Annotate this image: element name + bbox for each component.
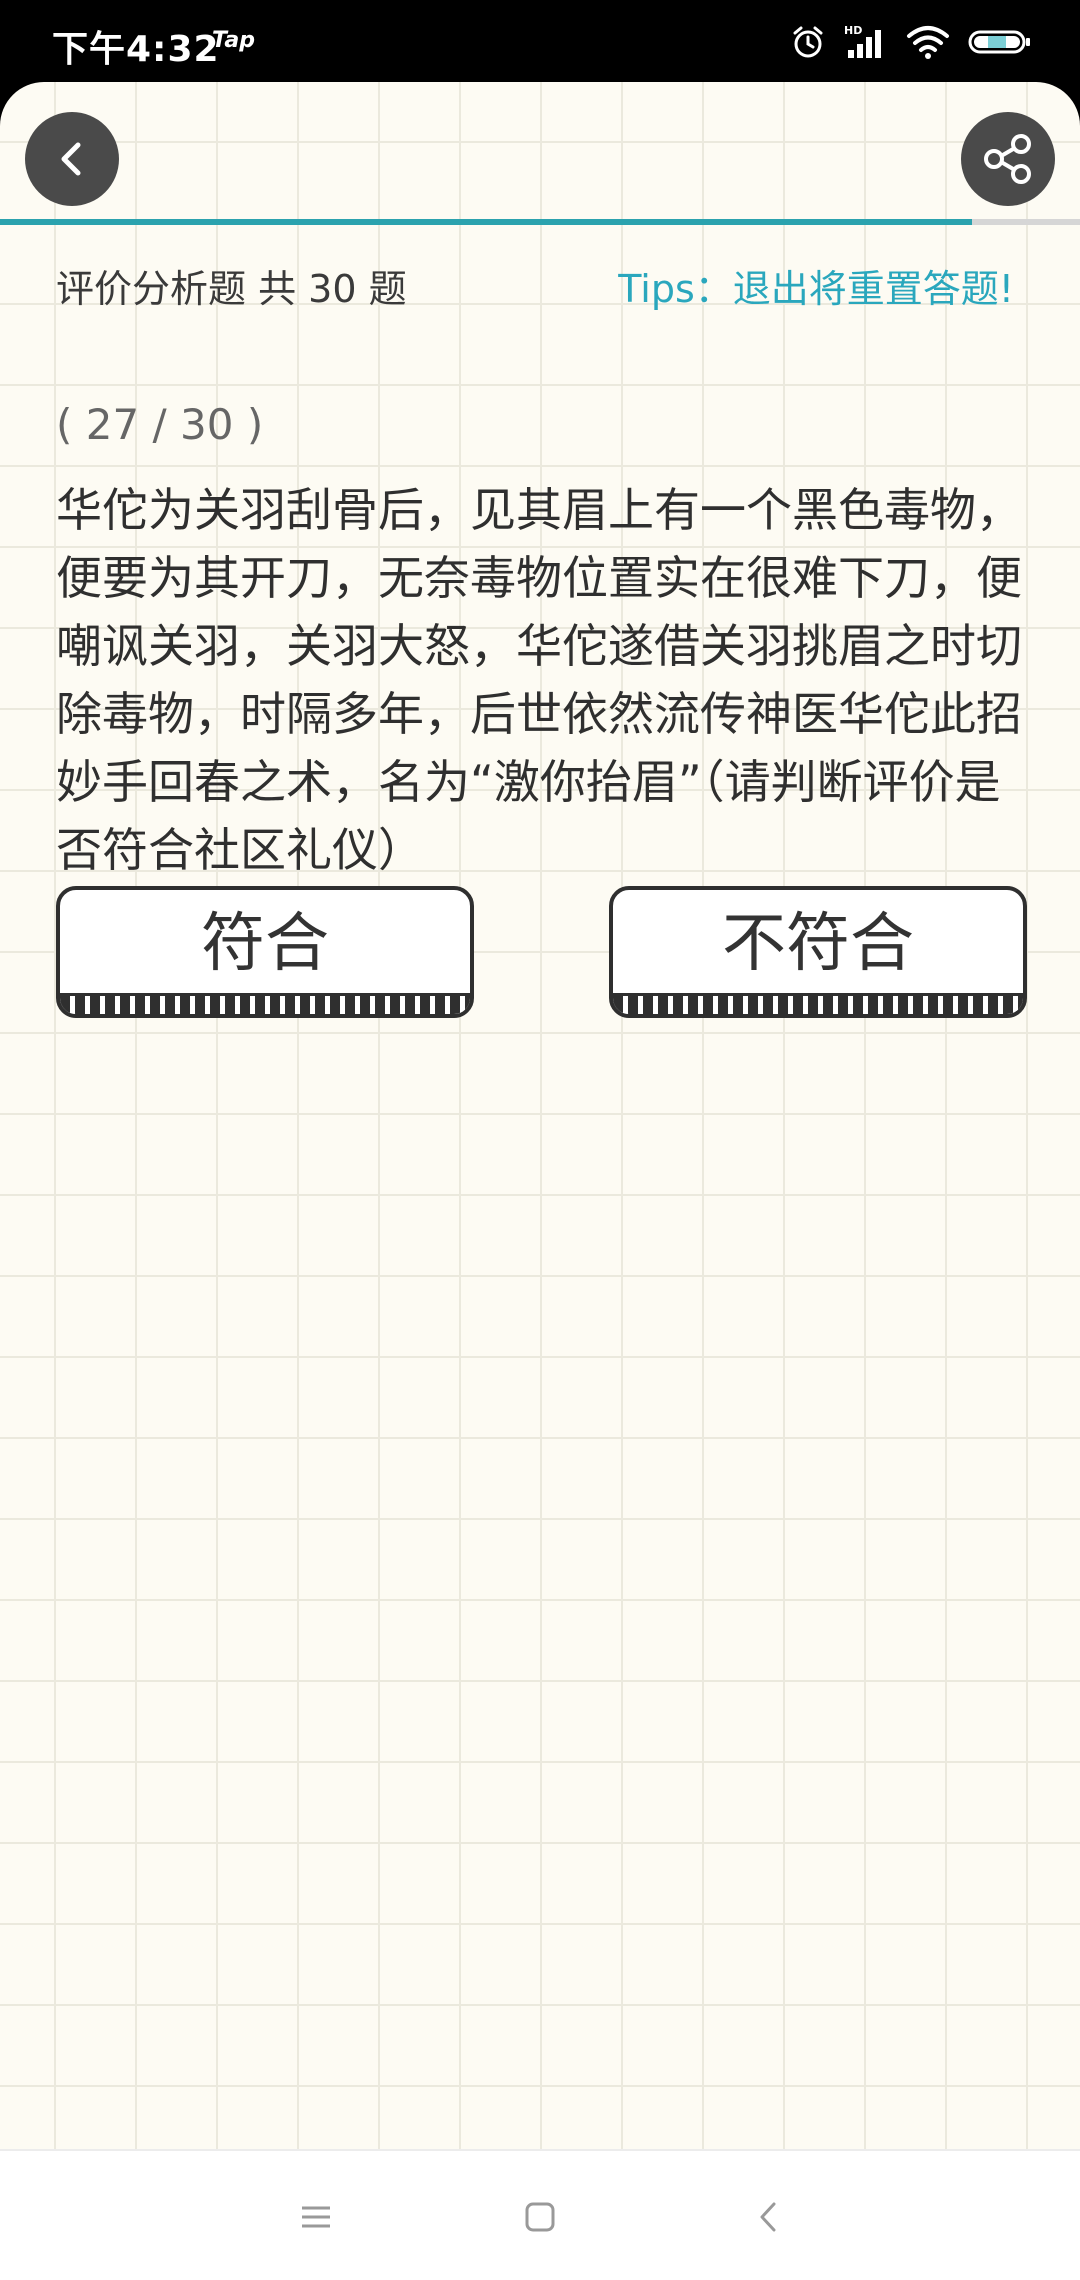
- answer-yes-label: 符合: [201, 907, 329, 981]
- button-stripe: [60, 993, 470, 1014]
- status-icons: HD: [790, 22, 1032, 62]
- share-button[interactable]: [961, 112, 1055, 206]
- question-index: ( 27 / 30 ): [56, 400, 264, 449]
- answer-yes-button[interactable]: 符合: [56, 886, 474, 1018]
- question-text: 华佗为关羽刮骨后，见其眉上有一个黑色毒物，便要为其开刀，无奈毒物位置实在很难下刀…: [56, 483, 1022, 877]
- tips-text: Tips：退出将重置答题!: [618, 267, 1014, 311]
- menu-icon: [302, 2206, 330, 2228]
- share-icon: [984, 134, 1031, 184]
- hd-label: HD: [844, 24, 862, 37]
- answer-no-label: 不符合: [722, 907, 914, 981]
- nav-home-button[interactable]: [516, 2193, 564, 2241]
- screen: 下午4:32 Tap HD 评价分析题 共 30 题 Tips：退出将重置答题!…: [0, 0, 1080, 2280]
- status-time: 下午4:32: [52, 29, 220, 70]
- chevron-left-icon: [61, 142, 81, 176]
- back-icon: [760, 2202, 776, 2232]
- progress-fill: [0, 219, 972, 225]
- answer-no-button[interactable]: 不符合: [609, 886, 1027, 1018]
- quiz-category: 评价分析题 共 30 题: [56, 267, 407, 311]
- battery-icon: [968, 30, 1030, 54]
- nav-menu-button[interactable]: [292, 2193, 340, 2241]
- wifi-icon: [907, 26, 949, 59]
- nav-back-button[interactable]: [744, 2193, 792, 2241]
- button-stripe: [613, 993, 1023, 1014]
- navigation-bar: [0, 2149, 1080, 2280]
- signal-icon: HD: [844, 24, 881, 58]
- back-button[interactable]: [25, 112, 119, 206]
- status-app-label: Tap: [212, 28, 255, 53]
- progress-bar: [0, 219, 1080, 225]
- home-icon: [525, 2202, 555, 2232]
- status-bar: 下午4:32 Tap HD: [0, 0, 1080, 82]
- quiz-page: 评价分析题 共 30 题 Tips：退出将重置答题! ( 27 / 30 ) 华…: [0, 82, 1080, 2149]
- alarm-icon: [793, 26, 823, 58]
